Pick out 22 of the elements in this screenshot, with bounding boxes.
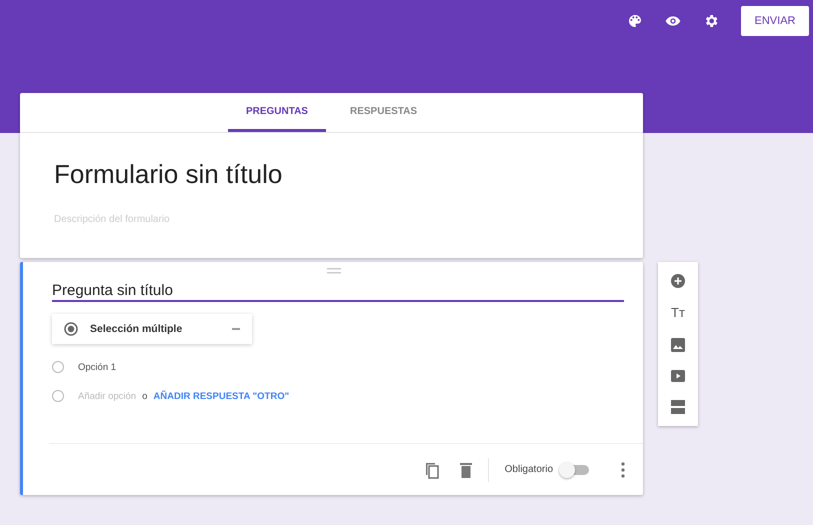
add-other-link[interactable]: AÑADIR RESPUESTA "OTRO" <box>153 390 290 402</box>
question-type-dropdown[interactable]: Selección múltiple <box>52 314 252 344</box>
option-label[interactable]: Opción 1 <box>78 362 116 372</box>
section-icon[interactable] <box>671 400 685 414</box>
radio-icon <box>64 322 78 336</box>
drag-handle-icon[interactable] <box>327 268 341 274</box>
tab[interactable]: PREGUNTAS <box>228 93 326 132</box>
palette-icon[interactable] <box>627 13 643 29</box>
required-label: Obligatorio <box>504 464 553 475</box>
tab[interactable]: RESPUESTAS <box>332 93 436 132</box>
add-icon[interactable] <box>671 274 685 288</box>
video-icon[interactable] <box>671 370 685 382</box>
settings-icon[interactable] <box>703 13 719 29</box>
form-title[interactable]: Formulario sin título <box>54 159 609 190</box>
image-icon[interactable] <box>671 338 685 352</box>
send-button[interactable]: ENVIAR <box>741 6 809 36</box>
more-icon[interactable] <box>621 462 625 478</box>
or-label: o <box>142 390 148 402</box>
copy-icon[interactable] <box>424 460 440 478</box>
trash-icon[interactable] <box>460 462 472 478</box>
question-title-field[interactable]: Pregunta sin título <box>52 262 624 302</box>
text-icon[interactable]: Tт <box>671 306 685 320</box>
